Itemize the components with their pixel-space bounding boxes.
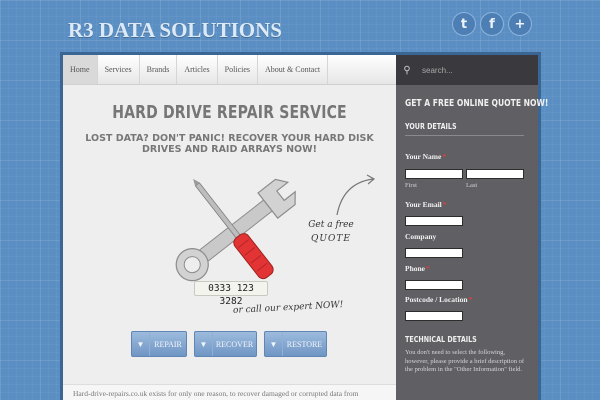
phone-number[interactable]: 0333 123 3282 — [194, 281, 268, 307]
repair-button[interactable]: ▼ REPAIR — [131, 331, 187, 357]
email-field[interactable] — [405, 216, 463, 226]
company-field[interactable] — [405, 248, 463, 258]
arrow-down-icon: ▼ — [195, 332, 213, 356]
required-mark: * — [442, 200, 447, 209]
technical-heading: TECHNICAL DETAILS — [405, 335, 477, 344]
postcode-label: Postcode / Location* — [405, 295, 472, 304]
nav-item-articles[interactable]: Articles — [177, 55, 218, 84]
restore-button-label: RESTORE — [286, 339, 323, 349]
call-note: or call our expert NOW! — [232, 300, 344, 316]
facebook-icon[interactable]: f — [480, 12, 504, 36]
email-label-text: Your Email — [405, 200, 442, 209]
social-links: t f + — [452, 12, 532, 36]
wrench-screwdriver-icon — [175, 178, 296, 282]
phone-label: Phone* — [405, 264, 430, 273]
twitter-icon[interactable]: t — [452, 12, 476, 36]
arrow-down-icon: ▼ — [132, 332, 150, 356]
nav-item-about-contact[interactable]: About & Contact — [258, 55, 329, 84]
plus-icon[interactable]: + — [508, 12, 532, 36]
details-heading: YOUR DETAILS — [405, 122, 457, 131]
recover-button[interactable]: ▼ RECOVER — [194, 331, 257, 357]
first-name-field[interactable] — [405, 169, 463, 179]
search-bar: ⚲ — [396, 55, 538, 85]
required-mark: * — [442, 152, 447, 161]
search-icon[interactable]: ⚲ — [396, 65, 418, 76]
restore-button[interactable]: ▼ RESTORE — [264, 331, 327, 357]
postcode-field[interactable] — [405, 311, 463, 321]
page-subtitle: LOST DATA? DON'T PANIC! RECOVER YOUR HAR… — [85, 133, 374, 155]
main-nav: Home Services Brands Articles Policies A… — [63, 55, 396, 85]
technical-note: You don't need to select the following, … — [405, 349, 525, 373]
required-mark: * — [468, 295, 473, 304]
quote-note-line1: Get a free — [308, 220, 354, 230]
divider — [405, 135, 524, 136]
postcode-label-text: Postcode / Location — [405, 295, 468, 304]
nav-item-services[interactable]: Services — [98, 55, 140, 84]
quote-note: Get a free QUOTE — [301, 218, 361, 246]
arrow-down-icon: ▼ — [265, 332, 283, 356]
site-logo[interactable]: R3 DATA SOLUTIONS — [68, 18, 282, 43]
phone-field[interactable] — [405, 280, 463, 290]
nav-item-home[interactable]: Home — [63, 55, 98, 84]
curved-arrow-icon — [336, 174, 376, 216]
recover-button-label: RECOVER — [215, 339, 254, 349]
first-label: First — [405, 182, 417, 189]
repair-button-label: REPAIR — [154, 339, 182, 349]
quote-heading: GET A FREE ONLINE QUOTE NOW! — [405, 98, 549, 109]
name-label-text: Your Name — [405, 152, 442, 161]
required-mark: * — [426, 264, 430, 273]
last-name-field[interactable] — [466, 169, 524, 179]
intro-text: Hard-drive-repairs.co.uk exists for only… — [63, 384, 396, 400]
phone-label-text: Phone — [405, 264, 426, 273]
nav-item-policies[interactable]: Policies — [218, 55, 259, 84]
quote-note-line2: QUOTE — [311, 234, 351, 244]
page-title: HARD DRIVE REPAIR SERVICE — [112, 102, 347, 123]
last-label: Last — [466, 182, 478, 189]
search-input[interactable] — [422, 61, 534, 79]
quote-sidebar: ⚲ GET A FREE ONLINE QUOTE NOW! YOUR DETA… — [396, 55, 548, 400]
company-label: Company — [405, 232, 437, 241]
name-label: Your Name* — [405, 152, 446, 161]
action-buttons: ▼ REPAIR ▼ RECOVER ▼ RESTORE — [131, 331, 327, 357]
main-content: Home Services Brands Articles Policies A… — [63, 55, 396, 400]
nav-item-brands[interactable]: Brands — [140, 55, 178, 84]
email-label: Your Email* — [405, 200, 447, 209]
